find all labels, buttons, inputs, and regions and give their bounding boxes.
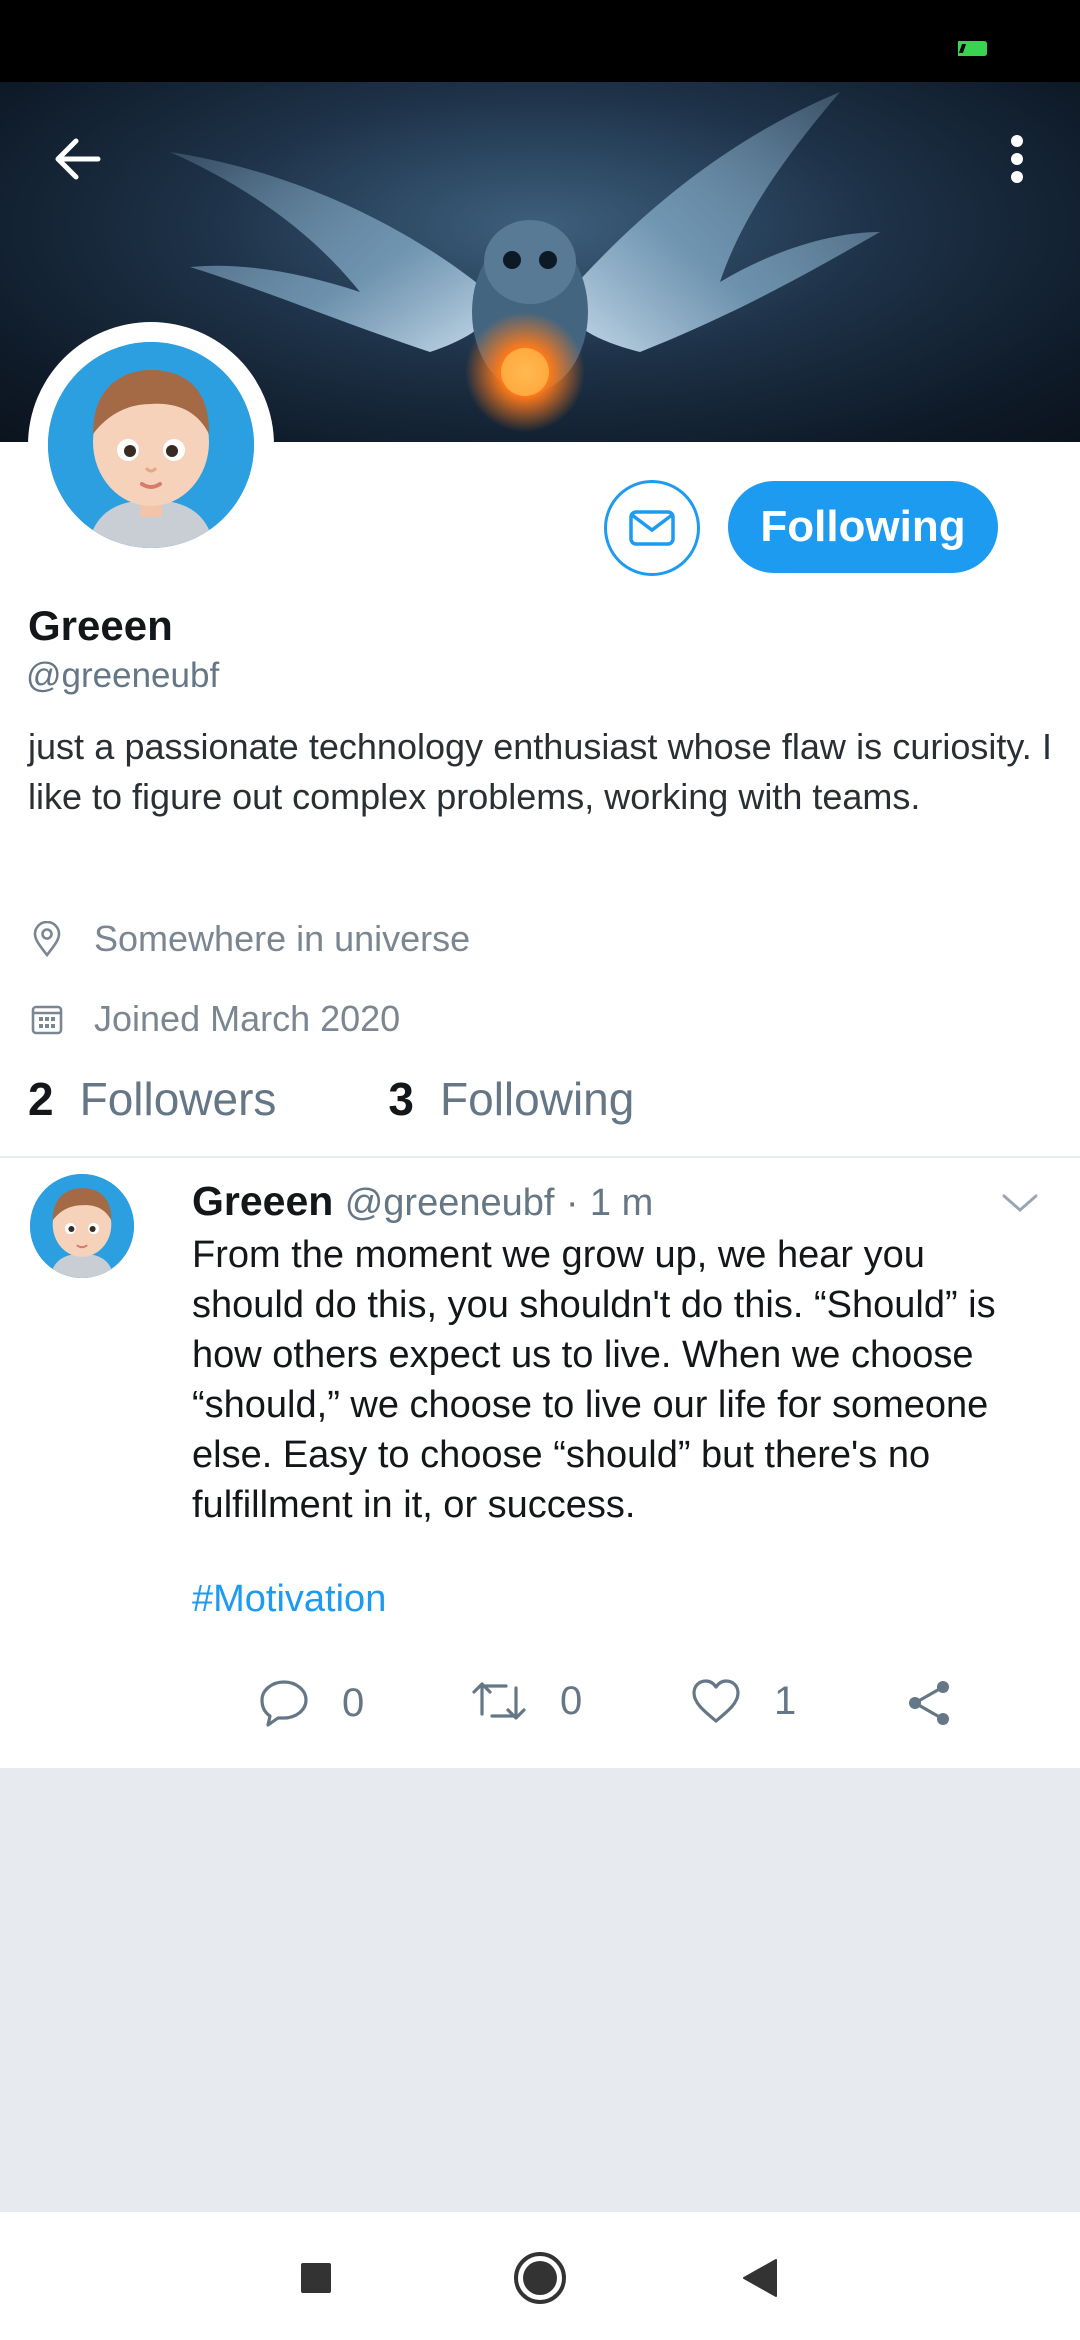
retweet-button[interactable]: 0: [470, 1678, 582, 1724]
boy-avatar-image: [48, 342, 254, 548]
more-options-button[interactable]: [984, 126, 1050, 192]
user-handle: @greeneubf: [26, 656, 220, 695]
like-count: 1: [774, 1678, 797, 1723]
mail-icon: [629, 510, 675, 546]
location-pin-icon: [28, 920, 66, 958]
battery-icon: [958, 41, 987, 56]
boy-avatar-image: [30, 1174, 134, 1278]
tweet-header: Greeen @greeneubf · 1 m: [192, 1178, 653, 1225]
message-button[interactable]: [604, 480, 700, 576]
square-icon: [301, 2263, 331, 2293]
back-button[interactable]: [44, 126, 110, 192]
followers-count[interactable]: 2: [28, 1072, 54, 1126]
following-label[interactable]: Following: [440, 1072, 634, 1126]
follow-counts: 2 Followers 3 Following: [28, 1072, 746, 1126]
system-navigation-bar: [0, 2212, 1080, 2340]
circle-icon: [514, 2252, 566, 2304]
heart-icon: [692, 1679, 740, 1723]
back-arrow-icon: [55, 138, 101, 180]
home-button[interactable]: [510, 2248, 570, 2308]
tweet-avatar[interactable]: [30, 1174, 134, 1278]
recents-button[interactable]: [286, 2248, 346, 2308]
joined-text: Joined March 2020: [94, 998, 401, 1039]
profile-bio: just a passionate technology enthusiast …: [28, 726, 1052, 817]
reply-count: 0: [342, 1680, 365, 1725]
profile-avatar[interactable]: [28, 322, 274, 568]
tweet-separator: ·: [565, 1182, 579, 1224]
profile-joined-date: Joined March 2020: [28, 998, 400, 1040]
following-count[interactable]: 3: [388, 1072, 414, 1126]
profile-location: Somewhere in universe: [28, 918, 470, 960]
display-name: Greeen: [28, 602, 173, 649]
reply-icon: [260, 1680, 308, 1727]
retweet-icon: [472, 1682, 526, 1720]
back-nav-button[interactable]: [730, 2248, 790, 2308]
tweet-author-handle: @greeneubf: [344, 1182, 555, 1224]
tweet-card[interactable]: Greeen @greeneubf · 1 m From the moment …: [0, 1158, 1080, 1768]
like-button[interactable]: 1: [690, 1678, 796, 1724]
reply-button[interactable]: 0: [258, 1678, 364, 1728]
tweet-hashtag[interactable]: #Motivation: [192, 1578, 386, 1621]
tweet-actions: 0 0 1: [0, 1678, 1080, 1748]
following-button[interactable]: Following: [728, 481, 998, 573]
followers-label[interactable]: Followers: [80, 1072, 277, 1126]
location-text: Somewhere in universe: [94, 918, 471, 959]
tweet-text: From the moment we grow up, we hear you …: [192, 1234, 996, 1526]
tweet-timestamp: 1 m: [589, 1182, 654, 1224]
status-bar: [0, 0, 1080, 82]
calendar-icon: [28, 1000, 66, 1038]
share-button[interactable]: [905, 1678, 987, 1728]
chevron-down-icon[interactable]: [1000, 1188, 1040, 1218]
retweet-count: 0: [560, 1678, 583, 1723]
more-vertical-icon: [1011, 135, 1023, 183]
triangle-back-icon: [743, 2259, 777, 2297]
share-icon: [909, 1681, 949, 1725]
tweet-author-name: Greeen: [192, 1178, 334, 1224]
avatar: [48, 342, 254, 548]
